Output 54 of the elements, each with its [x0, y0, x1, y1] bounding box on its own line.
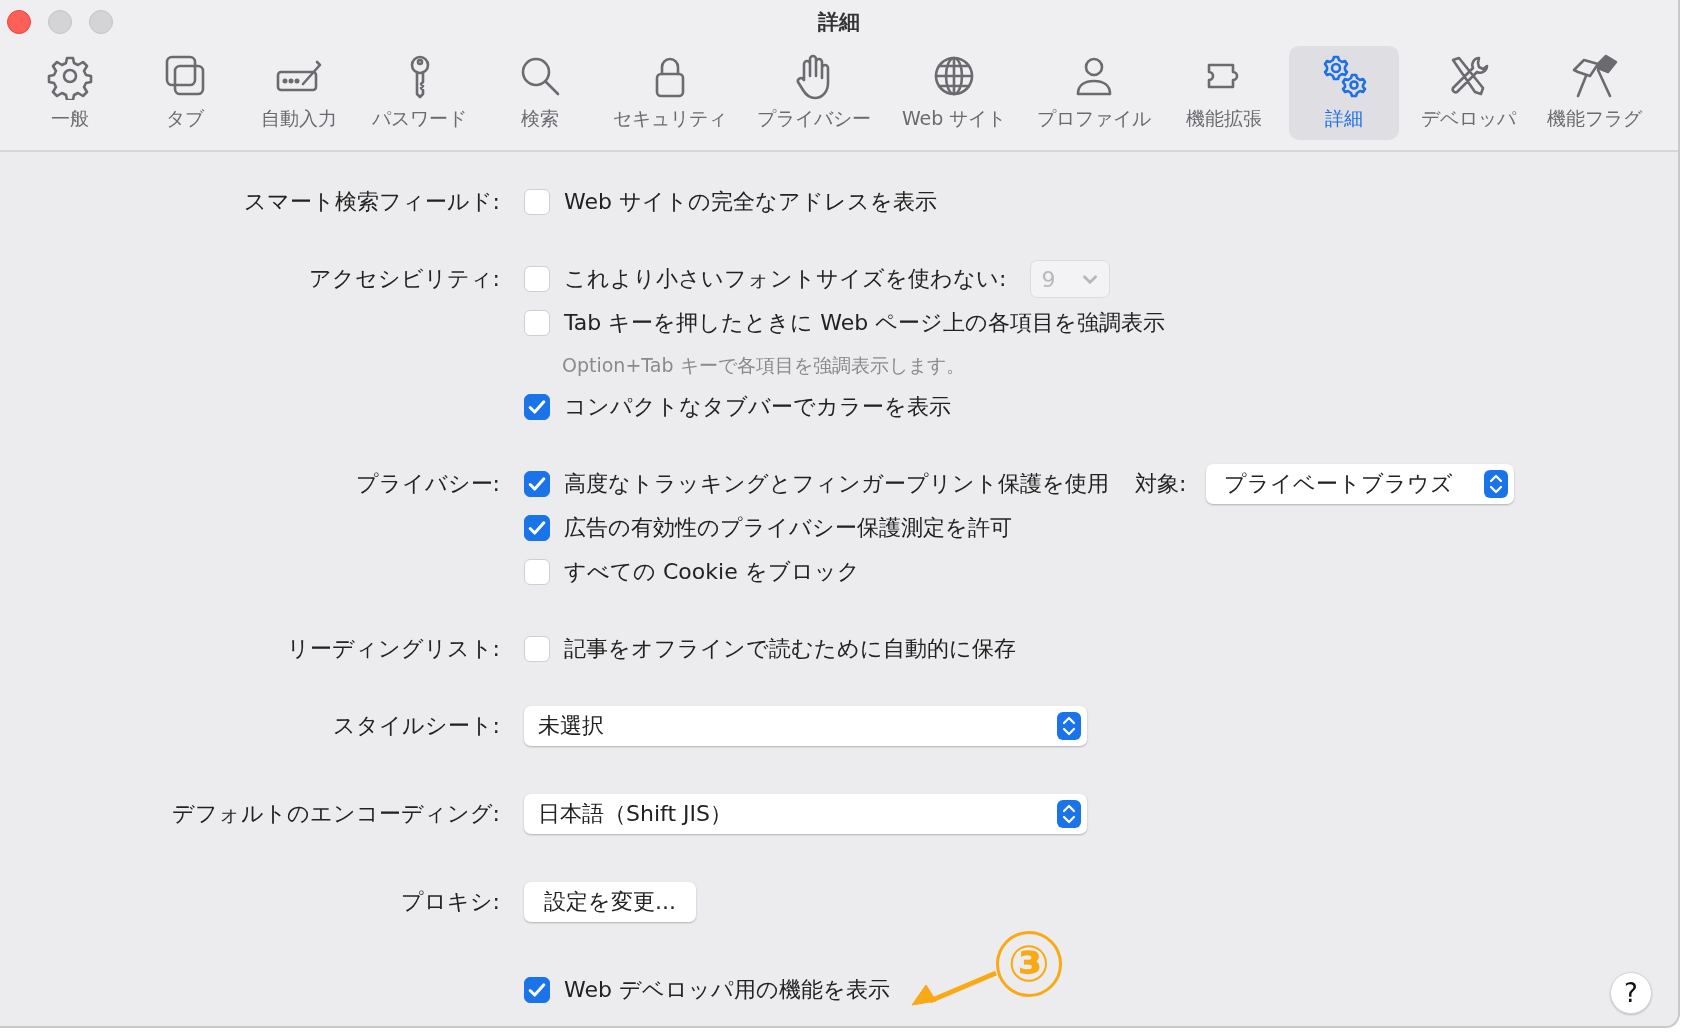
checkbox-label: すべての Cookie をブロック — [564, 558, 860, 586]
checkbox-label: 高度なトラッキングとフィンガープリント保護を使用 — [564, 470, 1109, 498]
checkmark-icon — [529, 521, 545, 535]
checkbox-label: コンパクトなタブバーでカラーを表示 — [564, 393, 951, 421]
zoom-button[interactable] — [89, 10, 113, 34]
minimize-button[interactable] — [48, 10, 72, 34]
checkbox-label: 記事をオフラインで読むために自動的に保存 — [564, 635, 1016, 663]
setting-label: プライバシー: — [355, 471, 500, 496]
toolbar-tab[interactable]: タブ — [134, 46, 235, 140]
toolbar-tab[interactable]: セキュリティ — [604, 46, 735, 140]
toolbar-tab[interactable]: デベロッパ — [1413, 46, 1525, 140]
hint-text: Option+Tab キーで各項目を強調表示します。 — [561, 353, 966, 378]
checkmark-icon — [529, 400, 545, 414]
checkbox-label: Web デベロッパ用の機能を表示 — [564, 976, 890, 1004]
toolbar-tab[interactable]: 機能フラグ — [1538, 46, 1650, 140]
checkbox-label: これより小さいフォントサイズを使わない: — [564, 265, 1007, 293]
setting-label: リーディングリスト: — [286, 636, 500, 661]
toolbar-tab[interactable]: Web サイト — [893, 46, 1015, 140]
toolbar-tab[interactable]: プロファイル — [1029, 46, 1160, 140]
toolbar-tab[interactable]: パスワード — [364, 46, 476, 140]
dropdown[interactable]: 日本語（Shift JIS） — [524, 794, 1087, 834]
window-title: 詳細 — [818, 9, 860, 36]
dropdown[interactable]: 未選択 — [524, 706, 1087, 746]
flags-icon — [1570, 52, 1619, 100]
checkbox-label: Web サイトの完全なアドレスを表示 — [564, 188, 937, 216]
toolbar-tab[interactable]: 詳細 — [1288, 46, 1399, 140]
checkbox-label: 広告の有効性のプライバシー保護測定を許可 — [564, 514, 1012, 542]
close-button[interactable] — [7, 10, 31, 34]
setting-label: アクセシビリティ: — [308, 266, 500, 291]
toolbar-tab[interactable]: 一般 — [20, 46, 120, 140]
setting-label: スタイルシート: — [332, 713, 500, 738]
change-settings-button[interactable]: 設定を変更... — [524, 882, 696, 922]
setting-label: スマート検索フィールド: — [243, 189, 500, 214]
stepper-icon — [1057, 712, 1081, 740]
toolbar-tab[interactable]: 機能拡張 — [1173, 46, 1274, 140]
checkbox-label: Tab キーを押したときに Web ページ上の各項目を強調表示 — [564, 309, 1166, 337]
checkbox[interactable] — [524, 471, 550, 497]
checkmark-icon — [529, 477, 545, 491]
checkmark-icon — [529, 983, 545, 997]
toolbar-tab[interactable]: 自動入力 — [249, 46, 350, 140]
target-label: 対象: — [1135, 470, 1187, 498]
checkbox[interactable] — [524, 394, 550, 420]
toolbar-tab[interactable]: プライバシー — [749, 46, 880, 140]
stepper-icon — [1057, 800, 1081, 828]
chevron-icon — [1083, 274, 1098, 284]
setting-label: プロキシ: — [400, 889, 500, 914]
toolbar-tab[interactable]: 検索 — [489, 46, 590, 140]
help-button[interactable]: ? — [1610, 972, 1652, 1014]
step-number: ③ — [995, 931, 1062, 997]
stepper-icon — [1484, 470, 1509, 498]
target-dropdown[interactable]: プライベートブラウズ — [1206, 464, 1515, 504]
setting-label: デフォルトのエンコーディング: — [171, 801, 500, 826]
checkbox[interactable] — [524, 515, 550, 541]
checkbox[interactable] — [524, 977, 550, 1003]
